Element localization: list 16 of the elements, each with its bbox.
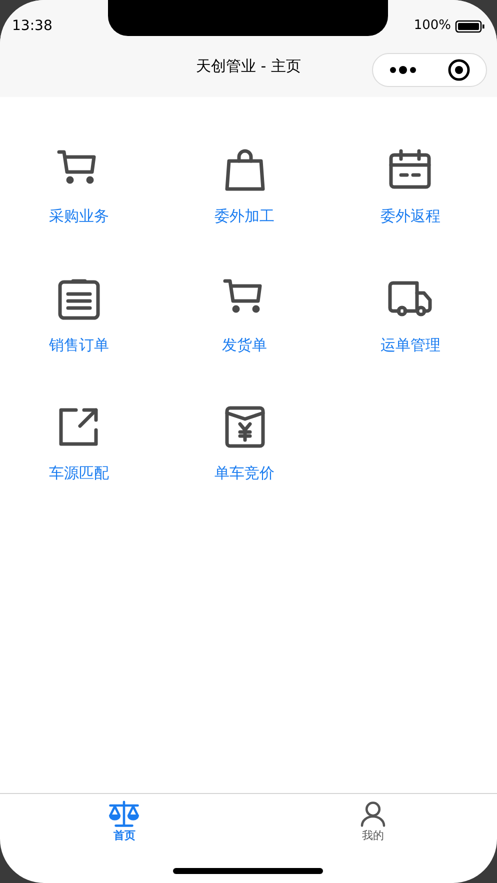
menu-item[interactable]: 单车竞价 — [170, 404, 320, 484]
menu-item[interactable]: 运单管理 — [335, 276, 486, 356]
close-target-icon[interactable] — [447, 58, 472, 82]
menu-item[interactable]: 销售订单 — [4, 276, 154, 356]
tab-item[interactable]: 我的 — [342, 794, 403, 844]
menu-item[interactable]: 发货单 — [170, 276, 320, 356]
tab-item[interactable]: 首页 — [94, 794, 154, 844]
menu-item[interactable]: 车源匹配 — [4, 404, 154, 484]
more-icon[interactable] — [388, 65, 418, 75]
menu-item[interactable]: 委外返程 — [335, 147, 486, 228]
page-title: 天创管业 - 主页 — [196, 56, 301, 78]
battery-icon — [455, 20, 485, 32]
menu-item[interactable]: 采购业务 — [4, 147, 154, 228]
battery-percent: 100% — [414, 17, 451, 36]
menu-item[interactable]: 委外加工 — [170, 147, 320, 228]
status-time: 13:38 — [12, 16, 52, 36]
